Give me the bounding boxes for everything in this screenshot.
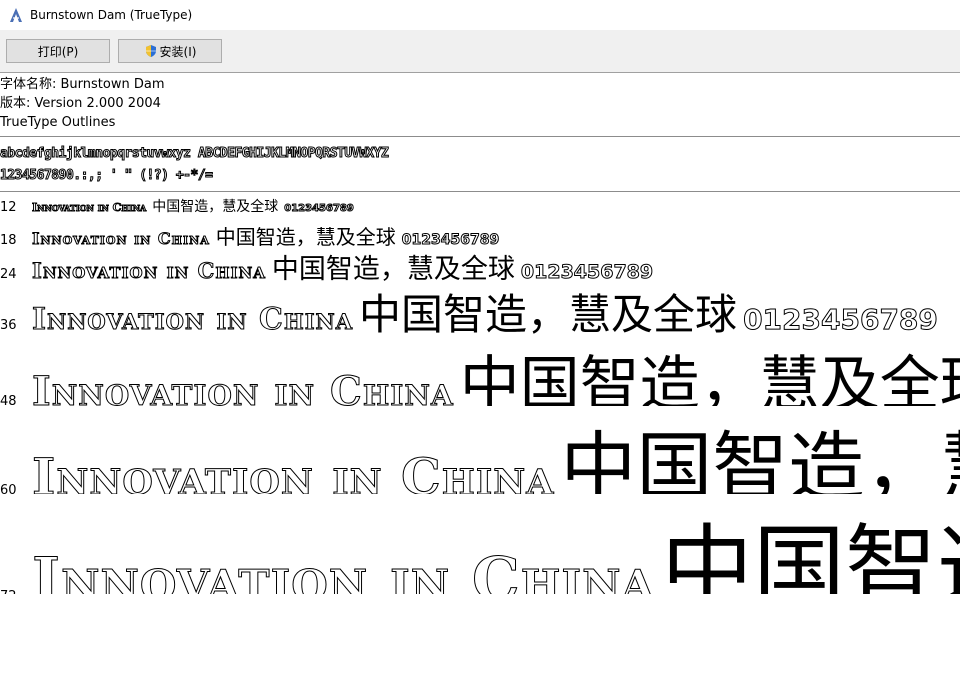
sample-latin: Innovation in China <box>31 447 555 495</box>
sample-row-24: 24 Innovation in China 中国智造，慧及全球 0123456… <box>0 247 960 281</box>
sample-numbers: 0123456789 <box>401 232 500 248</box>
sample-latin: Innovation in China <box>31 302 354 337</box>
sample-latin: Innovation in China <box>32 368 454 407</box>
sample-cjk: 中国智造，慧及全球 <box>215 225 396 247</box>
sample-row-18: 18 Innovation in China 中国智造，慧及全球 0123456… <box>0 221 960 247</box>
size-label: 60 <box>0 483 17 494</box>
font-outline-text: TrueType Outlines <box>0 115 116 130</box>
sample-cjk: 中国智造，慧及全球 <box>152 199 279 215</box>
font-app-icon <box>8 7 24 23</box>
uac-shield-icon <box>144 44 158 58</box>
sample-row-36: 36 Innovation in China 中国智造，慧及全球 0123456… <box>0 281 960 336</box>
sample-latin: Innovation in China <box>31 201 147 215</box>
sample-row-72: 72 Innovation in China 中国智造，慧及全球 0123456… <box>0 494 960 594</box>
sample-row-12: 12 Innovation in China 中国智造，慧及全球 0123456… <box>0 196 960 221</box>
sample-cjk: 中国智造，慧及全球 <box>560 423 960 494</box>
sample-cjk: 中国智造，慧及全球 <box>359 290 738 336</box>
size-label: 36 <box>0 318 17 333</box>
sample-latin: Innovation in China <box>32 258 266 282</box>
size-label: 48 <box>0 394 17 406</box>
sample-latin: Innovation in China <box>32 229 210 248</box>
font-version-text: 版本: Version 2.000 2004 <box>0 96 161 111</box>
window-title: Burnstown Dam (TrueType) <box>30 8 193 22</box>
print-button-label: 打印(P) <box>37 44 79 59</box>
size-label: 18 <box>0 233 17 247</box>
size-label: 24 <box>0 267 17 281</box>
install-button[interactable]: 安装(I) <box>118 39 222 63</box>
charset-line-letters: abcdefghijklmnopqrstuvwxyz ABCDEFGHIJKLM… <box>0 146 389 162</box>
size-label: 72 <box>0 589 32 594</box>
size-label: 12 <box>0 200 17 215</box>
font-viewer-window: Burnstown Dam (TrueType) 打印(P) 安装(I) 字体名… <box>0 0 960 700</box>
sample-cjk: 中国智造，慧及全球 <box>661 515 960 594</box>
sample-row-48: 48 Innovation in China 中国智造，慧及全球 0123456… <box>0 336 960 406</box>
print-button[interactable]: 打印(P) <box>6 39 110 63</box>
sample-numbers: 0123456789 <box>743 303 939 337</box>
charset-line-symbols: 1234567890.:,; ' " (!?) +-*/= <box>0 168 213 184</box>
sample-numbers: 0123456789 <box>520 261 654 282</box>
sample-row-60: 60 Innovation in China 中国智造，慧及全球 0123456… <box>0 406 960 494</box>
character-set-preview: abcdefghijklmnopqrstuvwxyz ABCDEFGHIJKLM… <box>0 137 960 191</box>
sample-list: 12 Innovation in China 中国智造，慧及全球 0123456… <box>0 192 960 594</box>
sample-cjk: 中国智造，慧及全球 <box>459 350 960 406</box>
install-button-label: 安装(I) <box>159 44 197 59</box>
font-info: 字体名称: Burnstown Dam 版本: Version 2.000 20… <box>0 73 960 136</box>
sample-latin: Innovation in China <box>31 545 656 595</box>
sample-cjk: 中国智造，慧及全球 <box>271 254 515 281</box>
toolbar: 打印(P) 安装(I) <box>0 30 960 73</box>
title-bar: Burnstown Dam (TrueType) <box>0 0 960 30</box>
font-name-text: 字体名称: Burnstown Dam <box>0 77 165 92</box>
sample-numbers: 0123456789 <box>284 203 355 215</box>
